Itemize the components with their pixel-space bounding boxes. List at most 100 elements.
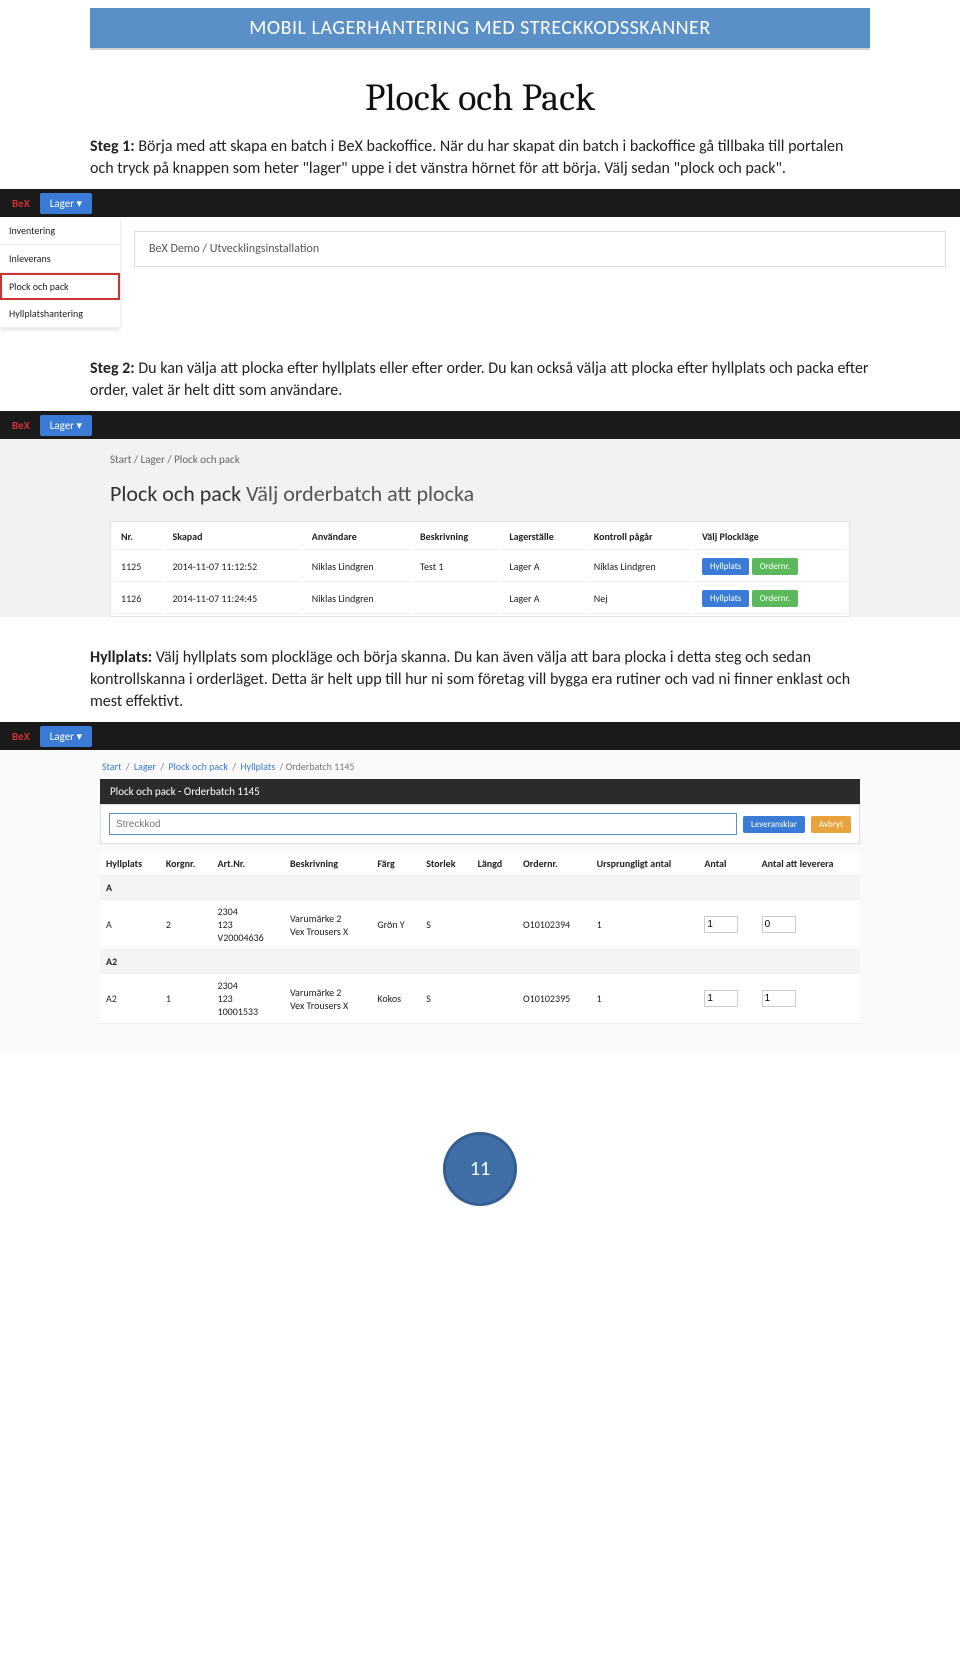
breadcrumb-3: Start / Lager / Plock och pack / Hyllpla… — [0, 750, 960, 779]
step1-label: Steg 1: — [90, 137, 135, 156]
th: Längd — [472, 852, 517, 876]
barcode-input[interactable] — [109, 813, 737, 835]
th: Ordernr. — [517, 852, 591, 876]
cell-art: 2304 123 10001533 — [212, 974, 284, 1024]
th-nr: Nr. — [113, 524, 162, 550]
cell-farg: Kokos — [371, 974, 420, 1024]
screenshot-3: BeX Lager ▾ Start / Lager / Plock och pa… — [0, 722, 960, 1054]
topbar-3: BeX Lager ▾ — [0, 722, 960, 750]
cell-langd — [472, 974, 517, 1024]
cell-hyll: A2 — [100, 974, 160, 1024]
avbryt-button[interactable]: Avbryt — [811, 816, 851, 833]
th: Storlek — [420, 852, 471, 876]
cell-storlek: S — [420, 974, 471, 1024]
table-row: A212304 123 10001533Varumärke 2 Vex Trou… — [100, 974, 860, 1024]
step2-text: Du kan välja att plocka efter hyllplats … — [90, 359, 869, 400]
antal-input[interactable] — [704, 990, 738, 1007]
hyllplats-label: Hyllplats: — [90, 648, 152, 667]
th: Korgnr. — [160, 852, 212, 876]
document-header: MOBIL LAGERHANTERING MED STRECKKODSSKANN… — [90, 8, 870, 50]
step2-label: Steg 2: — [90, 359, 135, 378]
brand-logo: BeX — [6, 419, 36, 432]
lager-dropdown[interactable]: Lager ▾ — [40, 726, 92, 747]
batch-table: Nr. Skapad Användare Beskrivning Lagerst… — [110, 521, 850, 617]
th: Antal att leverera — [756, 852, 860, 876]
cell-lev — [756, 900, 860, 950]
crumb-link[interactable]: Hyllplats — [240, 760, 275, 773]
antal-input[interactable] — [704, 916, 738, 933]
crumb-link[interactable]: Start — [102, 760, 121, 773]
group-label: A2 — [100, 950, 860, 974]
table-row: 11262014-11-07 11:24:45Niklas LindgrenLa… — [113, 584, 847, 614]
cell-skapad: 2014-11-07 11:12:52 — [164, 552, 301, 582]
hyllplats-button[interactable]: Hyllplats — [702, 558, 749, 575]
lager-dropdown[interactable]: Lager ▾ — [40, 415, 92, 436]
ordernr-button[interactable]: Ordernr. — [752, 590, 799, 607]
breadcrumb: Start / Lager / Plock och pack — [0, 439, 960, 476]
group-row: A2 — [100, 950, 860, 974]
th-plocklage: Välj Plockläge — [694, 524, 847, 550]
leveransklar-button[interactable]: Leveransklar — [743, 816, 805, 833]
cell-order: O10102394 — [517, 900, 591, 950]
cell-kontroll: Nej — [586, 584, 692, 614]
table-row: A22304 123 V20004636Varumärke 2 Vex Trou… — [100, 900, 860, 950]
panel-title: Plock och pack - Orderbatch 1145 — [100, 779, 860, 804]
th-beskrivning: Beskrivning — [412, 524, 499, 550]
cell-urspr: 1 — [591, 900, 699, 950]
topbar-2: BeX Lager ▾ — [0, 411, 960, 439]
pick-table: HyllplatsKorgnr.Art.Nr.BeskrivningFärgSt… — [100, 852, 860, 1024]
crumb-link[interactable]: Lager — [134, 760, 156, 773]
panel-body: Leveransklar Avbryt — [100, 804, 860, 844]
page-title: Plock och Pack — [90, 76, 870, 120]
th-kontroll: Kontroll pågår — [586, 524, 692, 550]
th: Hyllplats — [100, 852, 160, 876]
crumb-current: Orderbatch 1145 — [286, 760, 355, 773]
leverera-input[interactable] — [762, 916, 796, 933]
menu-inleverans[interactable]: Inleverans — [0, 245, 120, 273]
page-number-badge: 11 — [443, 1132, 517, 1206]
crumb-link[interactable]: Plock och pack — [168, 760, 228, 773]
cell-actions: Hyllplats Ordernr. — [694, 584, 847, 614]
group-label: A — [100, 876, 860, 900]
step1-paragraph: Steg 1: Börja med att skapa en batch i B… — [90, 136, 870, 179]
cell-urspr: 1 — [591, 974, 699, 1024]
cell-antal — [698, 900, 755, 950]
cell-anv: Niklas Lindgren — [304, 584, 410, 614]
th-lagerstalle: Lagerställe — [501, 524, 583, 550]
group-row: A — [100, 876, 860, 900]
cell-beskr: Varumärke 2 Vex Trousers X — [284, 900, 371, 950]
cell-order: O10102395 — [517, 974, 591, 1024]
breadcrumb-box: BeX Demo / Utvecklingsinstallation — [134, 231, 946, 267]
lager-dropdown[interactable]: Lager ▾ — [40, 193, 92, 214]
cell-beskr: Varumärke 2 Vex Trousers X — [284, 974, 371, 1024]
cell-lager: Lager A — [501, 552, 583, 582]
cell-beskr — [412, 584, 499, 614]
cell-lager: Lager A — [501, 584, 583, 614]
cell-art: 2304 123 V20004636 — [212, 900, 284, 950]
cell-antal — [698, 974, 755, 1024]
menu-plock-och-pack[interactable]: Plock och pack — [0, 273, 120, 300]
th: Ursprungligt antal — [591, 852, 699, 876]
page-heading-sub: Välj orderbatch att plocka — [246, 480, 474, 507]
brand-logo: BeX — [6, 197, 36, 210]
hyllplats-text: Välj hyllplats som plockläge och börja s… — [90, 648, 850, 710]
hyllplats-paragraph: Hyllplats: Välj hyllplats som plockläge … — [90, 647, 870, 712]
th: Beskrivning — [284, 852, 371, 876]
menu-hyllplatshantering[interactable]: Hyllplatshantering — [0, 300, 120, 328]
document-content: Plock och Pack Steg 1: Börja med att ska… — [0, 54, 960, 1104]
lager-sidemenu: Inventering Inleverans Plock och pack Hy… — [0, 217, 120, 328]
cell-langd — [472, 900, 517, 950]
th: Antal — [698, 852, 755, 876]
leverera-input[interactable] — [762, 990, 796, 1007]
menu-inventering[interactable]: Inventering — [0, 217, 120, 245]
step2-paragraph: Steg 2: Du kan välja att plocka efter hy… — [90, 358, 870, 401]
th-anvandare: Användare — [304, 524, 410, 550]
cell-nr: 1125 — [113, 552, 162, 582]
hyllplats-button[interactable]: Hyllplats — [702, 590, 749, 607]
cell-korg: 1 — [160, 974, 212, 1024]
page-heading-main: Plock och pack — [110, 480, 241, 507]
cell-actions: Hyllplats Ordernr. — [694, 552, 847, 582]
th: Färg — [371, 852, 420, 876]
screenshot-2: BeX Lager ▾ Start / Lager / Plock och pa… — [0, 411, 960, 617]
ordernr-button[interactable]: Ordernr. — [752, 558, 799, 575]
